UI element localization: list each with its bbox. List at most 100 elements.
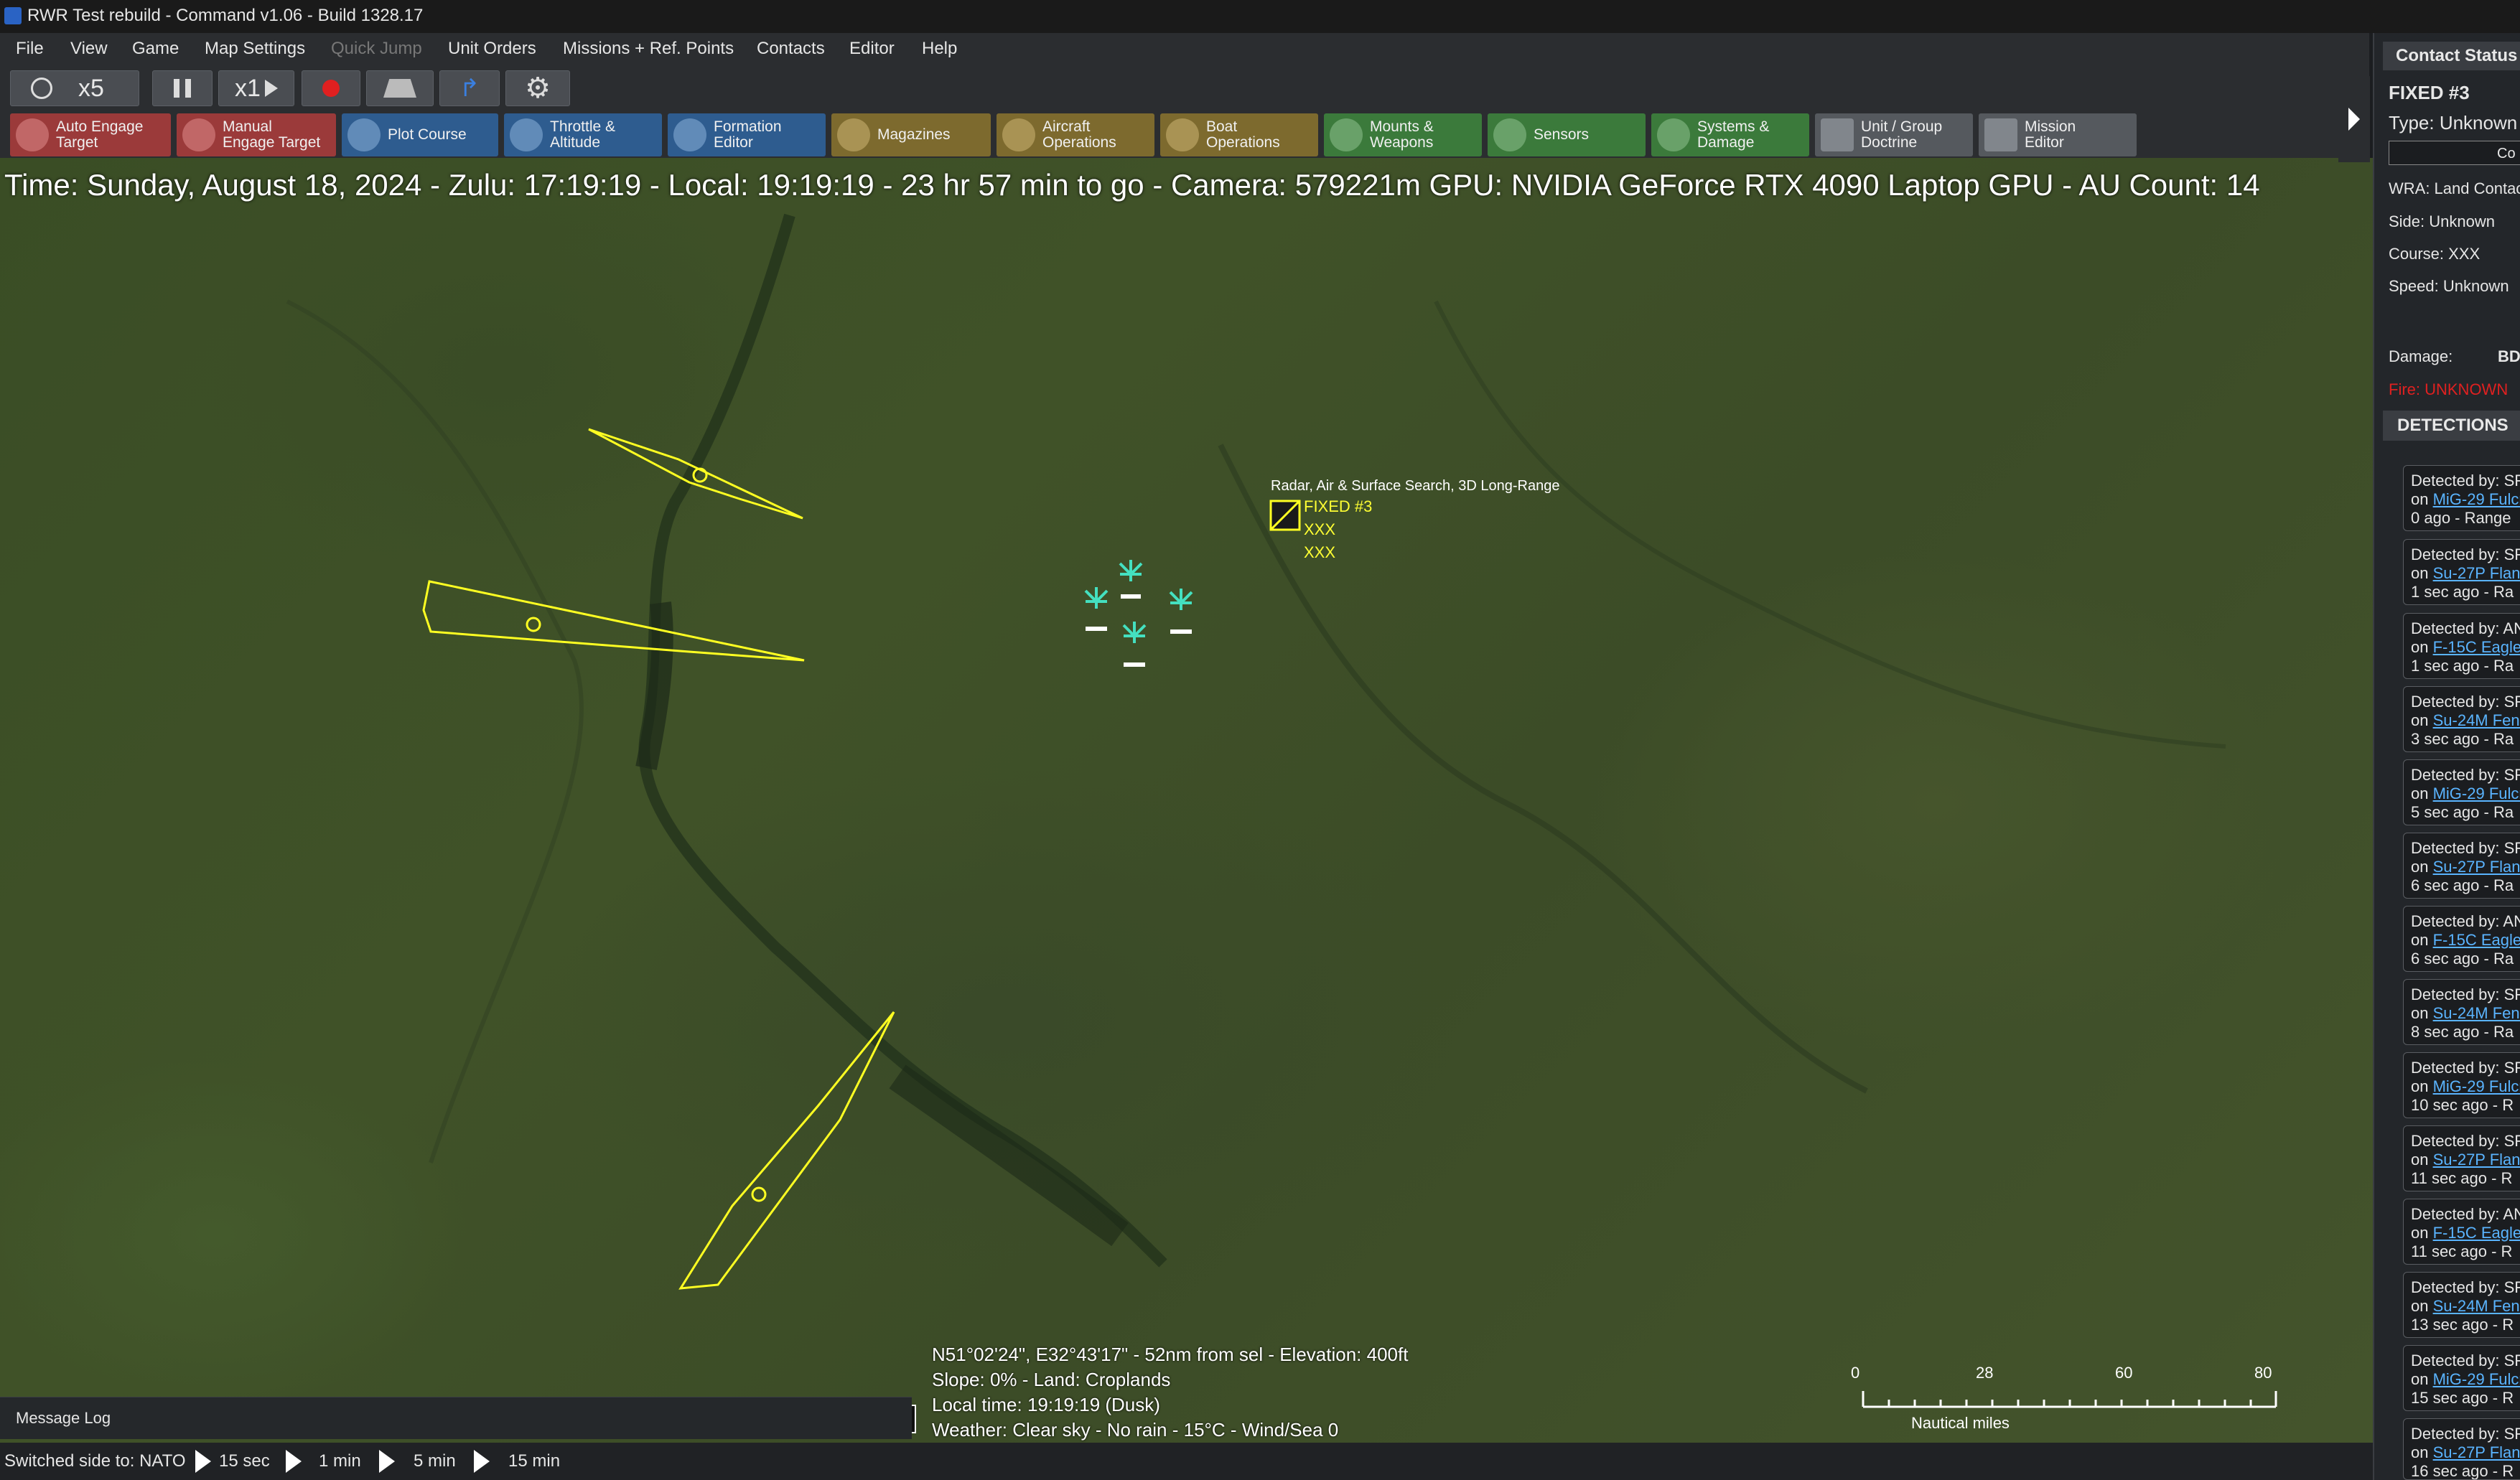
- detection-source: Detected by: SF: [2411, 839, 2520, 857]
- detection-platform-link[interactable]: Su-24M Fenc: [2433, 1004, 2520, 1022]
- menu-quick-jump[interactable]: Quick Jump: [331, 39, 422, 59]
- detection-item[interactable]: Detected by: SF on Su-27P Flank 6 sec ago …: [2403, 833, 2520, 899]
- detection-item[interactable]: Detected by: AN on F-15C Eagle 6 sec ago -…: [2403, 906, 2520, 972]
- sensor-arc[interactable]: [422, 580, 805, 662]
- detection-item[interactable]: Detected by: SF on Su-27P Flank 11 sec ago…: [2403, 1125, 2520, 1191]
- menu-view[interactable]: View: [70, 39, 108, 59]
- menu-file[interactable]: File: [16, 39, 44, 59]
- detection-platform-link[interactable]: Su-27P Flank: [2433, 564, 2520, 582]
- step-15min-button[interactable]: 15 min: [508, 1451, 560, 1471]
- aircraft-icon[interactable]: [1169, 589, 1193, 610]
- pause-button[interactable]: [152, 70, 213, 106]
- step-5min-button[interactable]: 5 min: [414, 1451, 456, 1471]
- detection-item[interactable]: Detected by: SF on MiG-29 Fulcr 5 sec ago …: [2403, 759, 2520, 825]
- aircraft-operations-button[interactable]: Aircraft Operations: [997, 113, 1154, 156]
- detection-item[interactable]: Detected by: AN on F-15C Eagle 1 sec ago -…: [2403, 613, 2520, 679]
- detection-item[interactable]: Detected by: AN on F-15C Eagle 11 sec ago …: [2403, 1199, 2520, 1265]
- systems-icon: [1657, 118, 1690, 151]
- plot-course-button[interactable]: Plot Course: [342, 113, 498, 156]
- doctrine-button[interactable]: Unit / Group Doctrine: [1815, 113, 1973, 156]
- step-1min-button[interactable]: 1 min: [319, 1451, 361, 1471]
- detection-item[interactable]: Detected by: SF on Su-24M Fenc 3 sec ago -…: [2403, 686, 2520, 752]
- mission-editor-button[interactable]: Mission Editor: [1979, 113, 2137, 156]
- mounts-weapons-button[interactable]: Mounts & Weapons: [1324, 113, 1482, 156]
- menu-unit-orders[interactable]: Unit Orders: [448, 39, 536, 59]
- message-log-bar[interactable]: Message Log: [0, 1397, 912, 1439]
- stream: [286, 299, 584, 1163]
- detection-platform-link[interactable]: F-15C Eagle: [2433, 1224, 2520, 1242]
- detection-platform-link[interactable]: Su-24M Fenc: [2433, 1297, 2520, 1315]
- detection-item[interactable]: Detected by: SF on Su-27P Flank 16 sec ago…: [2403, 1418, 2520, 1480]
- title-bar: RWR Test rebuild - Command v1.06 - Build…: [0, 0, 2520, 33]
- detections-header[interactable]: DETECTIONS: [2383, 411, 2520, 441]
- sensor-arc[interactable]: [678, 1011, 895, 1290]
- contact-action-button[interactable]: Co: [2389, 141, 2520, 165]
- menu-help[interactable]: Help: [922, 39, 957, 59]
- detection-item[interactable]: Detected by: SF on MiG-29 Fulcr 15 sec ago…: [2403, 1345, 2520, 1411]
- detection-source: Detected by: SF: [2411, 985, 2520, 1003]
- detection-time: 6 sec ago - Ra: [2411, 876, 2514, 894]
- contact-damage-value: BD: [2498, 347, 2520, 365]
- detection-source: Detected by: AN: [2411, 1205, 2520, 1223]
- detection-item[interactable]: Detected by: SF on MiG-29 Fulcr 10 sec ago…: [2403, 1052, 2520, 1118]
- aircraft-icon[interactable]: [1084, 587, 1109, 609]
- arc-center-icon: [526, 617, 541, 632]
- detection-item[interactable]: Detected by: SF on Su-24M Fenc 8 sec ago -…: [2403, 979, 2520, 1045]
- sensors-button[interactable]: Sensors: [1488, 113, 1646, 156]
- menu-map-settings[interactable]: Map Settings: [205, 39, 305, 59]
- step-play-icon[interactable]: [379, 1450, 395, 1473]
- formation-editor-button[interactable]: Formation Editor: [668, 113, 826, 156]
- menu-missions[interactable]: Missions + Ref. Points: [563, 39, 734, 59]
- detection-platform-link[interactable]: MiG-29 Fulcr: [2433, 1370, 2520, 1388]
- detection-platform-link[interactable]: MiG-29 Fulcr: [2433, 785, 2520, 802]
- detection-platform-link[interactable]: Su-24M Fenc: [2433, 711, 2520, 729]
- menu-game[interactable]: Game: [132, 39, 179, 59]
- terrain-button[interactable]: [366, 70, 434, 106]
- auto-engage-button[interactable]: Auto Engage Target: [10, 113, 171, 156]
- detection-platform-link[interactable]: F-15C Eagle: [2433, 638, 2520, 656]
- detection-item[interactable]: Detected by: SF on Su-27P Flank 1 sec ago …: [2403, 539, 2520, 605]
- step-play-icon[interactable]: [474, 1450, 490, 1473]
- detection-item[interactable]: Detected by: SF on Su-24M Fenc 13 sec ago …: [2403, 1272, 2520, 1338]
- detection-platform-link[interactable]: F-15C Eagle: [2433, 931, 2520, 949]
- step-play-icon[interactable]: [286, 1450, 302, 1473]
- magazines-button[interactable]: Magazines: [831, 113, 991, 156]
- manual-engage-button[interactable]: Manual Engage Target: [177, 113, 336, 156]
- app-icon: [4, 7, 22, 24]
- detection-platform-link[interactable]: MiG-29 Fulcr: [2433, 490, 2520, 508]
- detection-source: Detected by: SF: [2411, 693, 2520, 711]
- stream: [1218, 444, 1868, 1094]
- collapse-panel-button[interactable]: [2338, 76, 2370, 162]
- detection-platform-link[interactable]: Su-27P Flank: [2433, 1443, 2520, 1461]
- command-toolbar: Auto Engage Target Manual Engage Target …: [0, 112, 2369, 158]
- record-button[interactable]: [302, 70, 360, 106]
- throttle-altitude-button[interactable]: Throttle & Altitude: [504, 113, 662, 156]
- detection-platform-link[interactable]: MiG-29 Fulcr: [2433, 1077, 2520, 1095]
- scale-unit-label: Nautical miles: [1911, 1414, 2010, 1432]
- step-play-icon[interactable]: [195, 1450, 211, 1473]
- detection-time: 11 sec ago - R: [2411, 1169, 2513, 1187]
- menu-editor[interactable]: Editor: [849, 39, 895, 59]
- aircraft-icon[interactable]: [1119, 560, 1143, 581]
- step-15sec-button[interactable]: 15 sec: [219, 1451, 270, 1471]
- detection-item[interactable]: Detected by: SF on MiG-29 Fulcr 0 ago - Ra…: [2403, 465, 2520, 531]
- play-speed-button[interactable]: x1: [218, 70, 294, 106]
- redo-button[interactable]: ↱: [439, 70, 500, 106]
- aircraft-icon: [1002, 118, 1035, 151]
- coords-line: N51°02'24", E32°43'17" - 52nm from sel -…: [932, 1344, 1409, 1365]
- detection-source: Detected by: AN: [2411, 912, 2520, 930]
- systems-damage-button[interactable]: Systems & Damage: [1651, 113, 1809, 156]
- scale-bar: 0 28 60 80 Nautical miles: [1845, 1364, 2290, 1435]
- stream: [1434, 300, 2226, 749]
- tactical-map[interactable]: Radar, Air & Surface Search, 3D Long-Ran…: [0, 158, 2373, 1443]
- detection-platform-link[interactable]: Su-27P Flank: [2433, 1151, 2520, 1168]
- contact-name: FIXED #3: [2389, 82, 2470, 103]
- detection-platform-link[interactable]: Su-27P Flank: [2433, 858, 2520, 876]
- contact-speed: Speed: Unknown: [2389, 277, 2509, 295]
- detection-time: 1 sec ago - Ra: [2411, 657, 2514, 675]
- menu-contacts[interactable]: Contacts: [757, 39, 825, 59]
- time-compression-button[interactable]: x5: [10, 70, 139, 106]
- boat-operations-button[interactable]: Boat Operations: [1160, 113, 1318, 156]
- aircraft-icon[interactable]: [1122, 622, 1147, 643]
- settings-button[interactable]: ⚙: [505, 70, 570, 106]
